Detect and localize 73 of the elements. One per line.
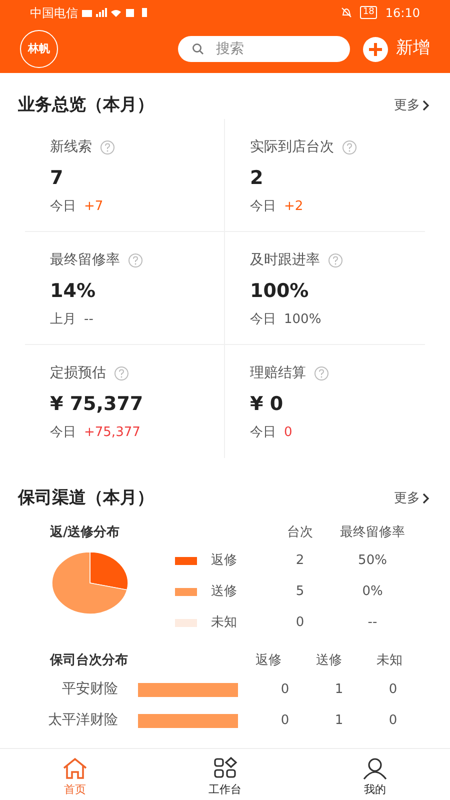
chevron-icon (422, 100, 430, 112)
home-icon (61, 755, 89, 781)
signal-icon (82, 8, 122, 18)
change-value: -- (84, 311, 94, 329)
plus-icon (363, 36, 388, 62)
search-icon (192, 43, 204, 55)
column-header: 返修 (254, 652, 282, 670)
legend-label: 未知 (210, 614, 238, 632)
user-icon (361, 755, 389, 781)
tab-item[interactable]: 工作台 (150, 749, 300, 800)
section-title: 业务总览（本月） (18, 94, 154, 117)
row-label: 太平洋财险 (47, 711, 118, 730)
change-value: 100% (284, 311, 322, 329)
chevron-icon (422, 492, 430, 504)
metric-value: 2 (250, 166, 264, 190)
help-icon (314, 366, 329, 380)
table-cell-text: 1 (334, 712, 344, 730)
period-label: 今日 (250, 198, 276, 216)
help-icon (328, 252, 343, 268)
more-link[interactable]: 更多 (394, 96, 430, 116)
table-cell-text: 5 (294, 582, 306, 601)
change-value: +75,377 (84, 424, 140, 442)
period-label: 今日 (50, 198, 76, 216)
column-header: 未知 (376, 652, 404, 670)
table-cell-text: 0 (280, 712, 290, 730)
period-label: 上月 (50, 311, 76, 329)
mute-icon (340, 7, 352, 18)
metric-value: 100% (250, 278, 310, 304)
table-cell-text: 0 (388, 680, 398, 699)
metric-value: 7 (50, 166, 64, 190)
table-cell-text: 0 (294, 614, 306, 632)
search-field[interactable]: 搜索 (178, 36, 350, 62)
metric-label: 定损预估 (50, 364, 106, 382)
legend-label: 送修 (210, 582, 238, 601)
change-value: 0 (284, 424, 292, 442)
metric-label: 及时跟进率 (250, 250, 320, 270)
table-cell-text: 0 (280, 680, 290, 699)
row-label: 平安财险 (61, 680, 118, 699)
table-cell-text: 50% (357, 552, 388, 570)
legend-label: 返修 (210, 552, 238, 570)
metric-value: 14% (50, 278, 96, 304)
period-label: 今日 (250, 424, 276, 442)
help-icon (114, 366, 129, 380)
grid-icon (211, 755, 239, 781)
table-cell-text: 2 (294, 552, 306, 570)
change-value: +2 (284, 198, 304, 216)
metric-label: 新线索 (50, 138, 92, 156)
table-cell-text: 0 (388, 712, 398, 730)
clock-time: 16:10 (385, 4, 420, 22)
table-cell-text: -- (366, 614, 378, 632)
table-cell-text: 1 (334, 680, 344, 699)
chart-title: 返/送修分布 (50, 524, 121, 542)
column-header: 最终留修率 (339, 524, 406, 542)
carrier-name: 中国电信 (30, 4, 78, 22)
metric-value: ¥ 75,377 (50, 392, 144, 416)
metric-value: ¥ 0 (250, 392, 284, 416)
change-value: +7 (84, 198, 104, 216)
period-label: 今日 (50, 424, 76, 442)
column-header: 台次 (286, 524, 314, 542)
section-title: 保司渠道（本月） (18, 486, 154, 510)
help-icon (100, 140, 115, 154)
table-title: 保司台次分布 (48, 652, 129, 670)
table-cell-text: 0% (361, 582, 384, 601)
metric-label: 最终留修率 (50, 250, 120, 270)
more-link[interactable]: 更多 (394, 488, 430, 508)
column-header: 送修 (315, 652, 343, 670)
help-icon (128, 252, 143, 268)
metric-label: 实际到店台次 (250, 138, 334, 156)
battery-level: 18 (360, 6, 378, 19)
tab-item[interactable]: 我的 (300, 749, 450, 800)
help-icon (342, 140, 357, 154)
period-label: 今日 (250, 311, 276, 329)
metric-label: 理赔结算 (250, 364, 306, 382)
